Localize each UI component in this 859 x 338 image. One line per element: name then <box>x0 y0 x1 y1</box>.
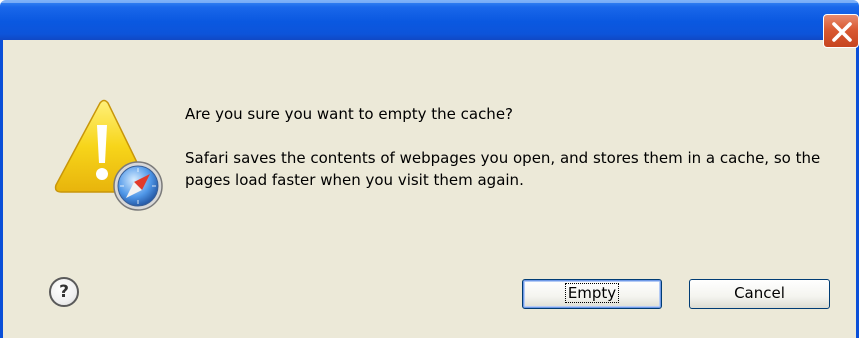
help-button[interactable]: ? <box>49 277 79 307</box>
dialog-heading: Are you sure you want to empty the cache… <box>185 105 514 123</box>
cancel-button-label: Cancel <box>734 284 785 302</box>
warning-icon <box>54 99 163 211</box>
close-button[interactable] <box>823 14 859 48</box>
cancel-button[interactable]: Cancel <box>689 279 830 309</box>
dialog-message: Safari saves the contents of webpages yo… <box>185 149 821 189</box>
safari-compass-icon <box>113 161 163 211</box>
empty-button[interactable]: Empty <box>522 279 662 309</box>
help-icon: ? <box>59 282 69 302</box>
title-bar[interactable] <box>0 0 859 40</box>
empty-button-label: Empty <box>564 283 620 303</box>
close-icon <box>832 22 852 42</box>
